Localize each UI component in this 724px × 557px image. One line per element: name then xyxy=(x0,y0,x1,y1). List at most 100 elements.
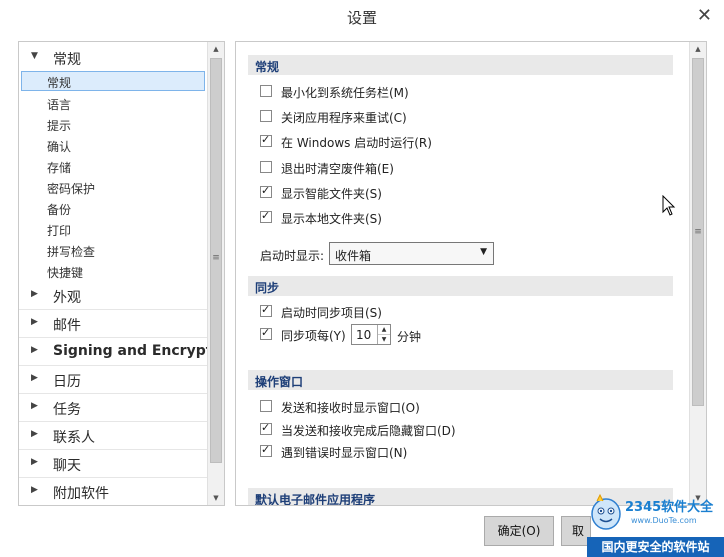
nav-category-label: 聊天 xyxy=(53,458,81,474)
nav-item-prompts[interactable]: 提示 xyxy=(19,114,207,134)
nav-item-confirm[interactable]: 确认 xyxy=(19,135,207,155)
sync-interval-unit: 分钟 xyxy=(397,330,422,344)
nav-item-print[interactable]: 打印 xyxy=(19,219,207,239)
expanded-arrow-icon[interactable]: ▼ xyxy=(31,51,38,61)
option-label: 遇到错误时显示窗口(N) xyxy=(281,446,408,460)
section-title: 常规 xyxy=(255,60,280,74)
option-label: 显示本地文件夹(S) xyxy=(281,212,382,226)
checkbox[interactable] xyxy=(260,209,272,223)
option-label: 同步项每(Y) xyxy=(281,329,346,343)
scroll-thumb[interactable]: ≡ xyxy=(692,58,704,406)
nav-category-label: 外观 xyxy=(53,290,81,306)
title-bar: 设置 ✕ xyxy=(0,0,724,34)
nav-item-label: 语言 xyxy=(47,98,72,112)
window-title: 设置 xyxy=(346,9,377,27)
option-label: 最小化到系统任务栏(M) xyxy=(281,86,409,100)
select-value: 收件箱 xyxy=(335,249,372,263)
nav-category-label: 邮件 xyxy=(53,318,81,334)
decrement-icon[interactable]: ▼ xyxy=(378,335,390,344)
nav-item-label: 拼写检查 xyxy=(47,245,96,259)
nav-item-label: 常规 xyxy=(47,76,72,90)
nav-category-signing[interactable]: ▶ Signing and Encryptio xyxy=(19,340,224,366)
option-label: 关闭应用程序来重试(C) xyxy=(281,111,407,125)
checkbox[interactable] xyxy=(260,421,272,435)
section-title: 操作窗口 xyxy=(255,375,304,389)
nav-item-spellcheck[interactable]: 拼写检查 xyxy=(19,240,207,260)
option-label: 退出时清空废件箱(E) xyxy=(281,162,394,176)
scroll-up-icon[interactable]: ▲ xyxy=(690,42,706,56)
scroll-thumb[interactable]: ≡ xyxy=(210,58,222,463)
nav-item-label: 存储 xyxy=(47,161,72,175)
settings-panel: 常规 最小化到系统任务栏(M) 关闭应用程序来重试(C) 在 Windows 启… xyxy=(235,41,707,506)
checkbox[interactable] xyxy=(260,85,272,97)
checkbox[interactable] xyxy=(260,133,272,147)
checkbox[interactable] xyxy=(260,443,272,457)
nav-category-appearance[interactable]: ▶ 外观 xyxy=(19,284,207,310)
nav-category-label: Signing and Encryptio xyxy=(53,343,225,359)
nav-category-chat[interactable]: ▶ 聊天 xyxy=(19,452,207,478)
nav-item-password[interactable]: 密码保护 xyxy=(19,177,207,197)
nav-category-label: 日历 xyxy=(53,374,81,390)
collapsed-arrow-icon[interactable]: ▶ xyxy=(31,289,38,299)
option-label: 启动时同步项目(S) xyxy=(281,306,382,320)
collapsed-arrow-icon[interactable]: ▶ xyxy=(31,373,38,383)
nav-category-label: 常规 xyxy=(53,52,81,68)
close-icon[interactable]: ✕ xyxy=(697,5,712,26)
watermark-logo: 2345软件大全 www.DuoTe.com 国内更安全的软件站 xyxy=(583,490,724,557)
collapsed-arrow-icon[interactable]: ▶ xyxy=(31,457,38,467)
nav-item-storage[interactable]: 存储 xyxy=(19,156,207,176)
nav-category-label: 任务 xyxy=(53,402,81,418)
collapsed-arrow-icon[interactable]: ▶ xyxy=(31,317,38,327)
collapsed-arrow-icon[interactable]: ▶ xyxy=(31,429,38,439)
checkbox[interactable] xyxy=(260,161,272,173)
option-label: 当发送和接收完成后隐藏窗口(D) xyxy=(281,424,456,438)
nav-item-general[interactable]: 常规 xyxy=(21,71,205,91)
mouse-cursor-icon xyxy=(662,195,676,216)
collapsed-arrow-icon[interactable]: ▶ xyxy=(31,485,38,495)
nav-category-general[interactable]: ▼ 常规 xyxy=(19,46,207,72)
section-title: 默认电子邮件应用程序 xyxy=(255,493,376,506)
section-header-general: 常规 xyxy=(248,55,673,75)
nav-item-label: 确认 xyxy=(47,140,72,154)
scroll-down-icon[interactable]: ▼ xyxy=(208,491,224,505)
section-header-sync: 同步 xyxy=(248,276,673,296)
collapsed-arrow-icon[interactable]: ▶ xyxy=(31,345,38,355)
checkbox[interactable] xyxy=(260,110,272,122)
nav-category-addons[interactable]: ▶ 附加软件 xyxy=(19,480,207,505)
checkbox[interactable] xyxy=(260,184,272,198)
nav-item-backup[interactable]: 备份 xyxy=(19,198,207,218)
startup-folder-select[interactable]: 收件箱 ▼ xyxy=(329,242,494,265)
checkbox[interactable] xyxy=(260,303,272,317)
stepper-value[interactable]: 10 xyxy=(356,328,371,342)
section-header-action-window: 操作窗口 xyxy=(248,370,673,390)
nav-category-label: 联系人 xyxy=(53,430,95,446)
nav-item-label: 备份 xyxy=(47,203,72,217)
nav-item-language[interactable]: 语言 xyxy=(19,93,207,113)
collapsed-arrow-icon[interactable]: ▶ xyxy=(31,401,38,411)
section-title: 同步 xyxy=(255,281,280,295)
nav-item-label: 快捷键 xyxy=(47,266,84,280)
ok-button[interactable]: 确定(O) xyxy=(484,516,554,546)
watermark-url: www.DuoTe.com xyxy=(631,516,697,525)
increment-icon[interactable]: ▲ xyxy=(378,325,390,335)
scroll-up-icon[interactable]: ▲ xyxy=(208,42,224,56)
chevron-down-icon[interactable]: ▼ xyxy=(480,247,487,257)
settings-nav-tree: ▼ 常规 常规 语言 提示 确认 存储 密码保护 备份 打印 拼写检查 快捷键 … xyxy=(18,41,225,506)
nav-category-contacts[interactable]: ▶ 联系人 xyxy=(19,424,207,450)
sync-interval-stepper[interactable]: 10 ▲ ▼ xyxy=(351,324,391,345)
watermark-brand: 2345软件大全 xyxy=(625,500,714,515)
nav-category-tasks[interactable]: ▶ 任务 xyxy=(19,396,207,422)
nav-category-calendar[interactable]: ▶ 日历 xyxy=(19,368,207,394)
mascot-icon xyxy=(591,493,621,530)
startup-display-label: 启动时显示: xyxy=(260,249,325,263)
option-label: 在 Windows 启动时运行(R) xyxy=(281,136,432,150)
nav-category-mail[interactable]: ▶ 邮件 xyxy=(19,312,207,338)
checkbox[interactable] xyxy=(260,400,272,412)
nav-scrollbar[interactable]: ▲ ≡ ▼ xyxy=(207,42,224,505)
nav-item-label: 打印 xyxy=(47,224,72,238)
option-label: 发送和接收时显示窗口(O) xyxy=(281,401,420,415)
settings-scrollbar[interactable]: ▲ ≡ ▼ xyxy=(689,42,706,505)
checkbox[interactable] xyxy=(260,326,272,340)
nav-item-shortcuts[interactable]: 快捷键 xyxy=(19,261,207,281)
watermark-slogan: 国内更安全的软件站 xyxy=(587,537,724,557)
